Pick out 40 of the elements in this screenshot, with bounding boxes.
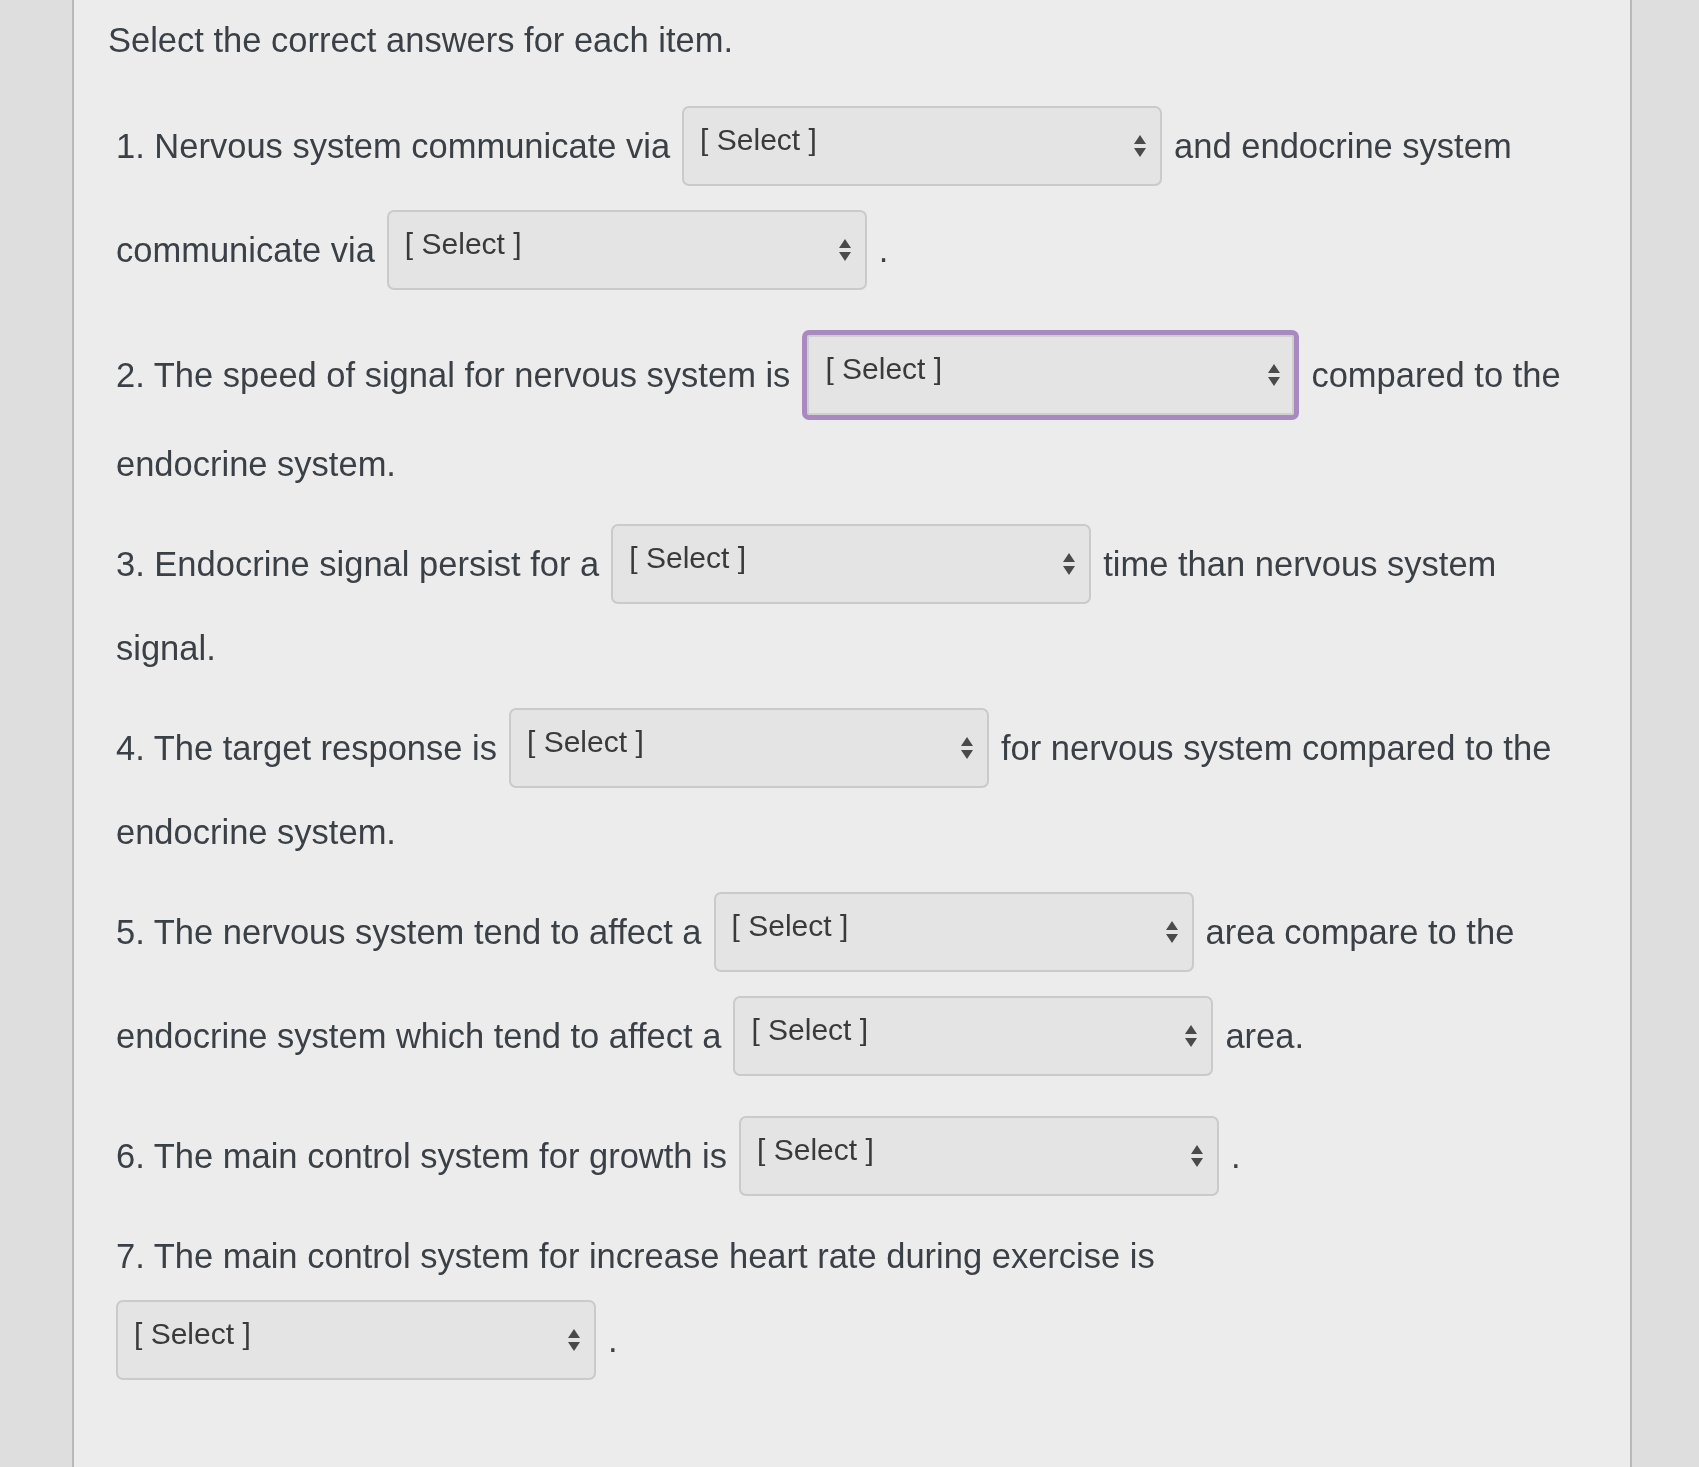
select-dropdown[interactable]: [ Select ] xyxy=(682,106,1163,186)
question-text: . xyxy=(878,230,889,270)
question-text: endocrine system. xyxy=(116,812,396,852)
select-dropdown[interactable]: [ Select ] xyxy=(802,330,1300,420)
question-text: endocrine system. xyxy=(116,444,396,484)
sort-arrows-icon xyxy=(1268,364,1281,386)
sort-arrows-icon xyxy=(1191,1145,1203,1167)
question-text: 6. The main control system for growth is xyxy=(116,1136,727,1176)
select-dropdown[interactable]: [ Select ] xyxy=(611,524,1092,604)
question-text: area compare to the xyxy=(1205,912,1515,952)
question-text: and endocrine system xyxy=(1174,126,1512,166)
select-dropdown[interactable]: [ Select ] xyxy=(713,892,1194,972)
sort-arrows-icon xyxy=(568,1329,580,1351)
select-dropdown[interactable]: [ Select ] xyxy=(733,996,1214,1076)
select-dropdown[interactable]: [ Select ] xyxy=(386,210,867,290)
question-text: endocrine system which tend to affect a xyxy=(116,1016,722,1056)
question-text: area. xyxy=(1225,1016,1304,1056)
sort-arrows-icon xyxy=(1185,1025,1198,1047)
question-text: 7. The main control system for increase heart rate during exercise is xyxy=(116,1236,1155,1276)
instruction-text: Select the correct answers for each item. xyxy=(108,20,734,60)
question-text: communicate via xyxy=(116,230,375,270)
question-text: . xyxy=(1231,1136,1241,1176)
question-text: 3. Endocrine signal persist for a xyxy=(116,544,600,584)
question-text: 1. Nervous system communicate via xyxy=(116,126,671,166)
question-text: for nervous system compared to the xyxy=(1001,728,1552,768)
question-text: . xyxy=(608,1320,618,1360)
question-text: 4. The target response is xyxy=(116,728,497,768)
question-text: time than nervous system xyxy=(1103,544,1497,584)
question-text: 5. The nervous system tend to affect a xyxy=(116,912,702,952)
sort-arrows-icon xyxy=(1063,553,1076,575)
select-dropdown[interactable]: [ Select ] xyxy=(509,708,989,788)
question-text: compared to the xyxy=(1311,355,1561,395)
sort-arrows-icon xyxy=(1165,921,1178,943)
question-text: 2. The speed of signal for nervous system is xyxy=(116,355,791,395)
sort-arrows-icon xyxy=(1134,135,1147,157)
question-text: signal. xyxy=(116,628,216,668)
select-dropdown[interactable]: [ Select ] xyxy=(739,1116,1219,1196)
sort-arrows-icon xyxy=(961,737,973,759)
sort-arrows-icon xyxy=(838,239,851,261)
select-dropdown[interactable]: [ Select ] xyxy=(116,1300,596,1380)
